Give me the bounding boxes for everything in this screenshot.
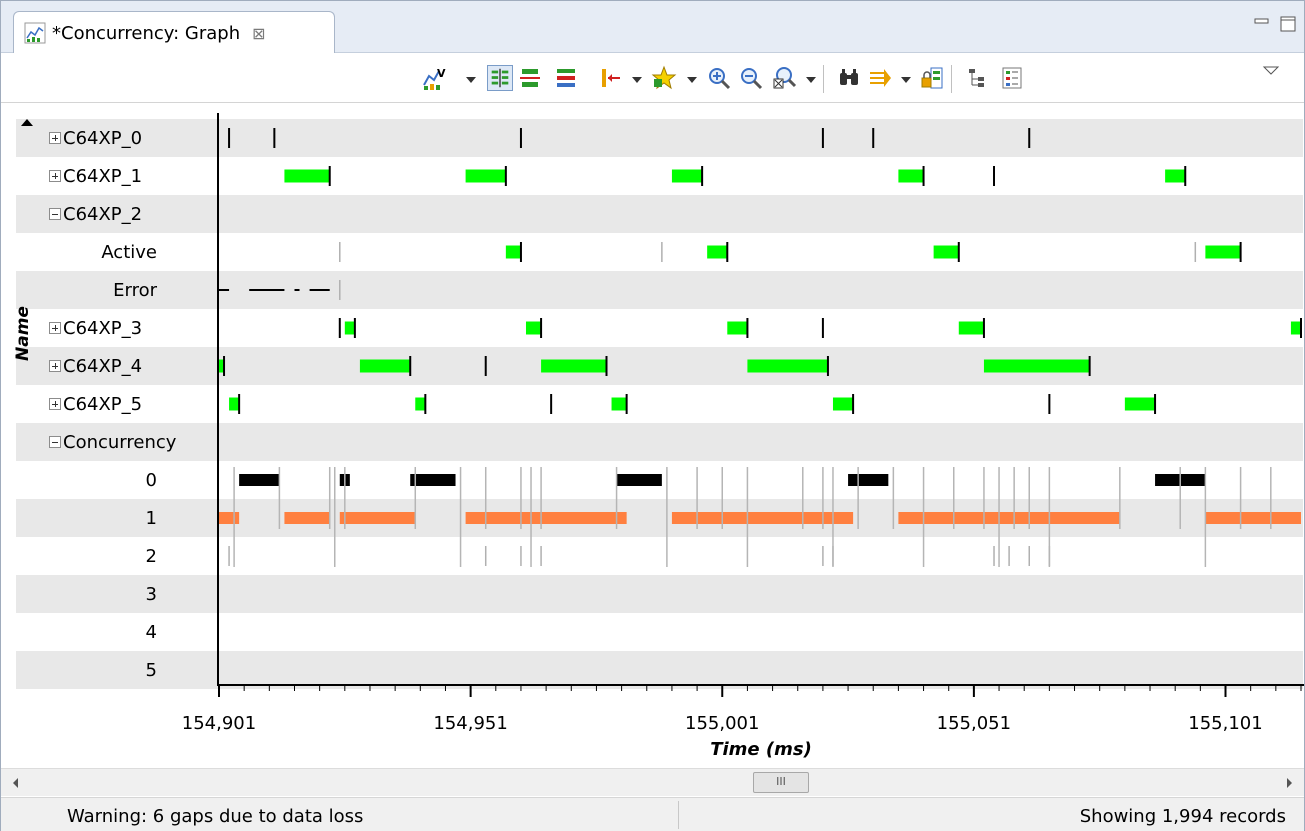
scroll-left-icon[interactable]: [13, 778, 18, 788]
toolbar-separator: [823, 65, 824, 93]
timeline-icon[interactable]: [598, 65, 624, 91]
concurrency-graph-view: *Concurrency: Graph ⊠ V C64XP_0 C64XP_1 …: [0, 0, 1305, 831]
legend-icon[interactable]: [999, 65, 1025, 91]
x-tick-label: 155,101: [1188, 713, 1263, 734]
scroll-right-icon[interactable]: [1287, 778, 1292, 788]
tab-title: *Concurrency: Graph: [52, 22, 241, 44]
split-rows-icon[interactable]: [518, 65, 544, 91]
zoom-in-icon[interactable]: [706, 65, 732, 91]
show-states-icon[interactable]: [487, 65, 513, 91]
sync-icon[interactable]: [867, 65, 893, 91]
svg-text:V: V: [437, 67, 446, 80]
chevron-down-icon[interactable]: [632, 77, 642, 83]
chevron-down-icon[interactable]: [687, 77, 697, 83]
scrollbar-thumb[interactable]: III: [753, 772, 809, 793]
tree-icon[interactable]: [964, 65, 990, 91]
x-tick-label: 155,051: [936, 713, 1012, 734]
x-tick-label: 155,001: [685, 713, 760, 734]
status-bar: Warning: 6 gaps due to data loss Showing…: [1, 797, 1304, 831]
find-icon[interactable]: [836, 65, 862, 91]
y-axis-line: [217, 113, 219, 685]
toolbar-separator: [951, 65, 952, 93]
zoom-out-icon[interactable]: [738, 65, 764, 91]
zoom-fit-icon[interactable]: [771, 65, 797, 91]
close-icon[interactable]: ⊠: [252, 24, 265, 43]
scroll-up-icon[interactable]: [20, 117, 34, 127]
graph-icon: [24, 22, 46, 44]
x-tick-label: 154,951: [433, 713, 508, 734]
merge-rows-icon[interactable]: [554, 65, 580, 91]
name-column: [1, 104, 218, 684]
lock-icon[interactable]: [919, 65, 945, 91]
view-menu-icon[interactable]: [1258, 59, 1284, 85]
x-axis-line: [217, 684, 1304, 686]
minimize-icon[interactable]: [1251, 13, 1273, 35]
tab-concurrency-graph[interactable]: *Concurrency: Graph ⊠: [13, 11, 335, 54]
status-record-count: Showing 1,994 records: [1079, 806, 1286, 827]
x-tick-label: 154,901: [181, 713, 257, 734]
status-warning: Warning: 6 gaps due to data loss: [67, 806, 364, 827]
maximize-icon[interactable]: [1277, 13, 1299, 35]
chevron-down-icon[interactable]: [806, 77, 816, 83]
status-separator: [678, 801, 679, 829]
x-axis-title: Time (ms): [710, 739, 812, 760]
bookmark-icon[interactable]: [651, 65, 677, 91]
chevron-down-icon[interactable]: [466, 77, 476, 83]
horizontal-scrollbar[interactable]: III: [1, 768, 1304, 796]
tab-bar: *Concurrency: Graph ⊠: [1, 1, 1304, 54]
toolbar: V: [1, 53, 1304, 103]
chart-type-icon[interactable]: V: [421, 65, 447, 91]
chevron-down-icon[interactable]: [901, 77, 911, 83]
y-axis-title: Name: [13, 306, 33, 361]
